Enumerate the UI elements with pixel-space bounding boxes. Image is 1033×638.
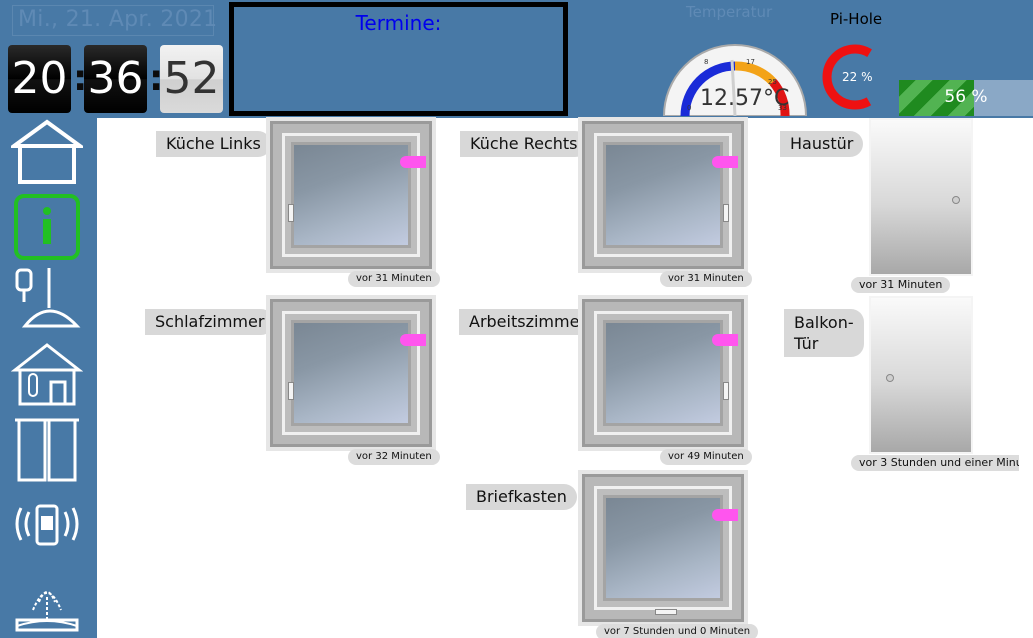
- pihole-percent: 22 %: [842, 70, 873, 84]
- window-sensor-tag: [712, 334, 738, 346]
- door-balkontuer[interactable]: [869, 296, 973, 454]
- time-haustuer: vor 31 Minuten: [851, 277, 951, 293]
- window-sensor-tag: [400, 334, 426, 346]
- sensor-label-schlafzimmer: Schlafzimmer: [145, 309, 275, 335]
- gauge-tick-0: 0: [687, 104, 691, 112]
- progress-bar-text: 56 %: [944, 87, 988, 107]
- clock-seconds: 52: [160, 45, 223, 113]
- fountain-icon[interactable]: [11, 576, 83, 636]
- window-sensor-tag: [712, 156, 738, 168]
- pihole-label: Pi-Hole: [830, 10, 883, 28]
- info-icon[interactable]: [11, 194, 83, 260]
- time-briefkasten: vor 7 Stunden und 0 Minuten: [596, 624, 759, 638]
- mailbox-flap-icon: [655, 609, 677, 615]
- termine-panel[interactable]: Termine:: [229, 2, 568, 116]
- house-temperature-icon[interactable]: [11, 342, 83, 408]
- home-icon[interactable]: [11, 118, 83, 188]
- time-arbeitszimmer: vor 49 Minuten: [660, 449, 752, 465]
- dashboard: Mi., 21. Apr. 2021 20 : 36 : 52 Termine:…: [0, 0, 1033, 638]
- sensor-label-arbeitszimmer: Arbeitszimmer: [459, 309, 597, 335]
- time-kueche-rechts: vor 31 Minuten: [660, 271, 752, 287]
- window-handle-icon: [723, 382, 729, 400]
- window-schlafzimmer[interactable]: [266, 295, 436, 451]
- temperature-label: Temperatur: [686, 3, 773, 21]
- door-knob-icon: [952, 196, 960, 204]
- termine-title: Termine:: [355, 11, 442, 35]
- clock-minutes: 36: [84, 45, 147, 113]
- window-sensor-tag: [400, 156, 426, 168]
- clock-hours: 20: [8, 45, 71, 113]
- sensor-label-kueche-links: Küche Links: [156, 131, 271, 157]
- sensor-label-balkontuer: Balkon- Tür: [784, 309, 864, 357]
- sensor-label-kueche-rechts: Küche Rechts: [460, 131, 588, 157]
- sensor-label-briefkasten: Briefkasten: [466, 484, 577, 510]
- door-knob-icon: [886, 374, 894, 382]
- sidebar: [0, 118, 97, 638]
- window-arbeitszimmer[interactable]: [578, 295, 748, 451]
- sensor-label-haustuer: Haustür: [780, 131, 864, 157]
- window-handle-icon: [288, 382, 294, 400]
- date-display: Mi., 21. Apr. 2021: [18, 7, 218, 32]
- mailbox-briefkasten[interactable]: [578, 470, 748, 626]
- header-bar: Mi., 21. Apr. 2021 20 : 36 : 52 Termine:…: [0, 0, 1033, 118]
- gauge-tick-8: 8: [704, 58, 708, 66]
- lamp-icon[interactable]: [11, 266, 83, 332]
- alarm-sensor-icon[interactable]: [11, 490, 83, 558]
- time-balkontuer: vor 3 Stunden und einer Minute: [851, 455, 1019, 471]
- mailbox-sensor-tag: [712, 509, 738, 521]
- door-haustuer[interactable]: [869, 118, 973, 276]
- doors-icon[interactable]: [11, 416, 83, 484]
- gauge-tick-25: 25: [768, 78, 777, 86]
- temperature-value: 12.57°C: [700, 86, 790, 111]
- window-handle-icon: [288, 204, 294, 222]
- time-kueche-links: vor 31 Minuten: [348, 271, 440, 287]
- gauge-tick-17: 17: [746, 58, 755, 66]
- progress-bar: 56 %: [899, 80, 1033, 116]
- time-schlafzimmer: vor 32 Minuten: [348, 449, 440, 465]
- window-handle-icon: [723, 204, 729, 222]
- window-kueche-rechts[interactable]: [578, 117, 748, 273]
- window-kueche-links[interactable]: [266, 117, 436, 273]
